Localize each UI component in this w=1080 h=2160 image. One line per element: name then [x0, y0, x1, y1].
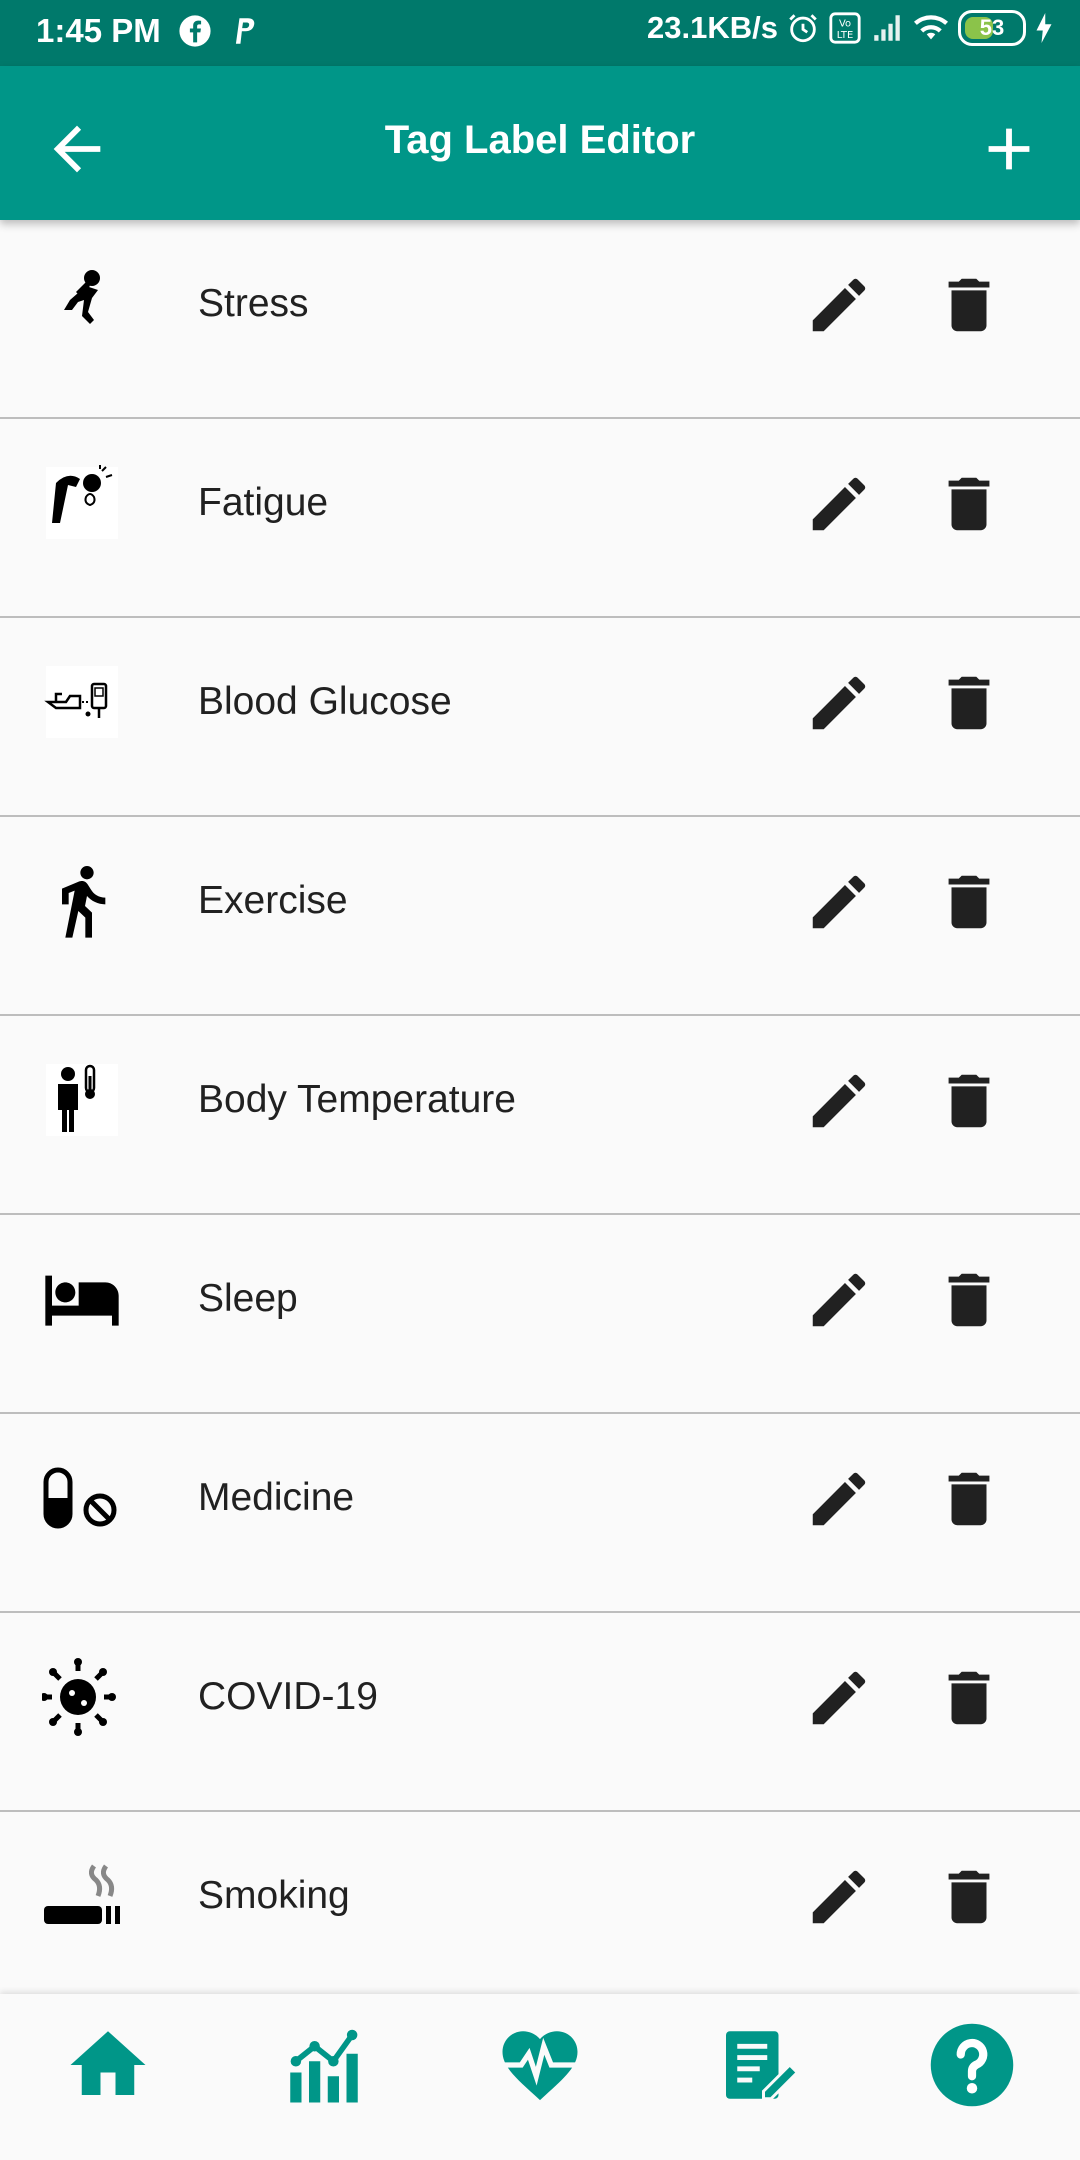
chart-icon[interactable]: [279, 2020, 369, 2110]
delete-icon[interactable]: [934, 1663, 1004, 1733]
tag-label: Exercise: [198, 879, 348, 922]
body-temperature-icon: [46, 1064, 118, 1136]
tag-label: Blood Glucose: [198, 680, 452, 723]
svg-text:Vo: Vo: [839, 19, 851, 30]
heart-rate-icon[interactable]: [495, 2020, 585, 2110]
edit-icon[interactable]: [804, 867, 874, 937]
stress-icon: [64, 270, 100, 324]
home-icon[interactable]: [63, 2020, 153, 2110]
svg-text:LTE: LTE: [837, 30, 853, 41]
list-item[interactable]: COVID-19: [0, 1613, 1080, 1812]
delete-icon[interactable]: [934, 1464, 1004, 1534]
delete-icon[interactable]: [934, 1066, 1004, 1136]
status-bar: 1:45 PM 23.1KB/s Vo LTE 53: [0, 0, 1080, 66]
exercise-icon: [62, 866, 106, 938]
tag-label: Medicine: [198, 1476, 355, 1519]
medicine-icon: [43, 1467, 117, 1529]
fatigue-icon: [46, 465, 118, 539]
delete-icon[interactable]: [934, 668, 1004, 738]
notes-icon[interactable]: [711, 2020, 801, 2110]
delete-icon[interactable]: [934, 270, 1004, 340]
tag-label: Body Temperature: [198, 1078, 516, 1121]
status-notification-icons: [178, 14, 260, 48]
smoking-icon: [44, 1864, 120, 1924]
status-right: 23.1KB/s Vo LTE 53: [647, 10, 1054, 46]
covid-icon: [42, 1658, 116, 1736]
paypal-icon: [235, 18, 255, 44]
tag-label: COVID-19: [198, 1675, 378, 1718]
status-time: 1:45 PM: [36, 12, 161, 49]
edit-icon[interactable]: [804, 668, 874, 738]
battery-indicator: 53: [958, 10, 1026, 46]
add-icon[interactable]: [974, 114, 1044, 184]
signal-icon: [874, 15, 900, 41]
edit-icon[interactable]: [804, 1663, 874, 1733]
list-item[interactable]: Fatigue: [0, 419, 1080, 618]
tag-label: Fatigue: [198, 481, 329, 524]
page-title: Tag Label Editor: [384, 118, 696, 162]
list-item[interactable]: Smoking: [0, 1812, 1080, 2011]
delete-icon[interactable]: [934, 1265, 1004, 1335]
tag-label: Sleep: [198, 1277, 298, 1320]
edit-icon[interactable]: [804, 1464, 874, 1534]
edit-icon[interactable]: [804, 270, 874, 340]
list-item[interactable]: Sleep: [0, 1215, 1080, 1414]
help-icon[interactable]: [927, 2020, 1017, 2110]
delete-icon[interactable]: [934, 469, 1004, 539]
wifi-icon: [914, 15, 948, 40]
battery-level: 53: [979, 15, 1005, 40]
alarm-icon: [789, 14, 817, 43]
edit-icon[interactable]: [804, 1066, 874, 1136]
blood-glucose-icon: [44, 666, 118, 738]
delete-icon[interactable]: [934, 1862, 1004, 1932]
volte-icon: VoLTE: [829, 12, 861, 44]
tag-list: Stress Fatigue Blood Glucose Exercise Bo…: [0, 220, 1080, 2011]
list-item[interactable]: Blood Glucose: [0, 618, 1080, 817]
list-item[interactable]: Body Temperature: [0, 1016, 1080, 1215]
list-item[interactable]: Stress: [0, 220, 1080, 419]
edit-icon[interactable]: [804, 469, 874, 539]
edit-icon[interactable]: [804, 1265, 874, 1335]
charging-icon: [1036, 13, 1052, 43]
list-item[interactable]: Exercise: [0, 817, 1080, 1016]
network-speed: 23.1KB/s: [647, 10, 778, 45]
tag-label: Stress: [198, 282, 309, 325]
bottom-nav: [0, 1994, 1080, 2160]
app-bar: Tag Label Editor: [0, 66, 1080, 220]
list-item[interactable]: Medicine: [0, 1414, 1080, 1613]
delete-icon[interactable]: [934, 867, 1004, 937]
edit-icon[interactable]: [804, 1862, 874, 1932]
sleep-icon: [45, 1275, 119, 1326]
tag-label: Smoking: [198, 1874, 350, 1917]
facebook-icon: [179, 15, 211, 47]
